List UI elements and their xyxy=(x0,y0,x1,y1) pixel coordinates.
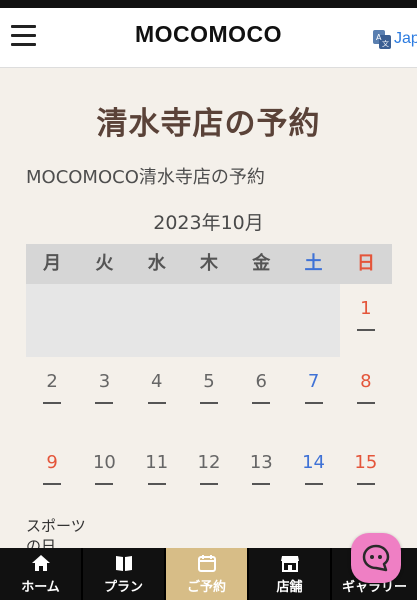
day-status-mark xyxy=(356,329,375,331)
weekday-wed: 水 xyxy=(147,253,166,274)
chat-bubble-icon xyxy=(362,544,390,572)
nav-plan[interactable]: プラン xyxy=(83,548,164,600)
nav-reservation[interactable]: ご予約 xyxy=(166,548,247,600)
top-strip xyxy=(0,0,417,8)
reservation-calendar: 月 火 水 木 金 土 日 1 2 3 4 5 6 7 8 9 スポーツの日 1… xyxy=(26,244,392,555)
calendar-day-8[interactable]: 8 xyxy=(340,357,392,438)
calendar-day-3[interactable]: 3 xyxy=(78,357,130,438)
day-status-mark xyxy=(252,483,271,485)
calendar-month: 2023年10月 xyxy=(153,212,264,234)
calendar-week-2: 2 3 4 5 6 7 8 xyxy=(26,357,392,438)
day-status-mark xyxy=(147,483,166,485)
calendar-day-14[interactable]: 14 xyxy=(287,438,339,548)
site-header: MOCOMOCO A 文 Jap xyxy=(0,8,417,68)
calendar-day-10[interactable]: 10 xyxy=(78,438,130,548)
reservation-subtitle: MOCOMOCO清水寺店の予約 xyxy=(26,167,265,188)
calendar-icon xyxy=(197,555,216,572)
day-status-mark xyxy=(199,483,218,485)
nav-store[interactable]: 店舗 xyxy=(249,548,330,600)
calendar-day-7[interactable]: 7 xyxy=(287,357,339,438)
day-status-mark xyxy=(356,483,375,485)
day-status-mark xyxy=(95,402,114,404)
calendar-day-9[interactable]: 9 スポーツの日 xyxy=(26,438,86,555)
page-title: 清水寺店の予約 xyxy=(96,106,321,142)
calendar-day-11[interactable]: 11 xyxy=(131,438,183,548)
chat-button[interactable] xyxy=(351,533,401,583)
calendar-day-2[interactable]: 2 xyxy=(26,357,78,438)
language-label: Jap xyxy=(394,30,417,47)
day-status-mark xyxy=(147,402,166,404)
weekday-thu: 木 xyxy=(199,253,218,274)
weekday-fri: 金 xyxy=(252,253,271,274)
day-status-mark xyxy=(43,483,62,485)
language-selector[interactable]: A 文 Jap xyxy=(372,26,417,52)
book-icon xyxy=(115,556,132,571)
day-status-mark xyxy=(304,402,323,404)
calendar-weekday-header: 月 火 水 木 金 土 日 xyxy=(26,244,392,284)
day-status-mark xyxy=(356,402,375,404)
calendar-day-4[interactable]: 4 xyxy=(131,357,183,438)
day-status-mark xyxy=(95,483,114,485)
day-status-mark xyxy=(252,402,271,404)
calendar-day-5[interactable]: 5 xyxy=(183,357,235,438)
calendar-day-13[interactable]: 13 xyxy=(235,438,287,548)
weekday-mon: 月 xyxy=(43,253,62,274)
calendar-week-1: 1 xyxy=(26,284,392,357)
day-status-mark xyxy=(43,402,62,404)
day-status-mark xyxy=(304,483,323,485)
home-icon xyxy=(31,555,50,571)
calendar-week-3: 9 スポーツの日 10 11 12 13 14 15 xyxy=(26,438,392,555)
nav-home[interactable]: ホーム xyxy=(0,548,81,600)
calendar-empty-cells xyxy=(26,284,340,357)
calendar-day-15[interactable]: 15 xyxy=(340,438,392,548)
day-status-mark xyxy=(199,402,218,404)
calendar-day-1[interactable]: 1 xyxy=(340,284,392,357)
calendar-day-12[interactable]: 12 xyxy=(183,438,235,548)
calendar-day-6[interactable]: 6 xyxy=(235,357,287,438)
weekday-sat: 土 xyxy=(304,253,323,274)
svg-text:文: 文 xyxy=(382,39,389,48)
translate-icon: A 文 xyxy=(373,30,391,49)
weekday-sun: 日 xyxy=(356,253,375,274)
site-logo[interactable]: MOCOMOCO xyxy=(0,21,417,48)
weekday-tue: 火 xyxy=(95,253,114,274)
store-icon xyxy=(280,556,299,572)
